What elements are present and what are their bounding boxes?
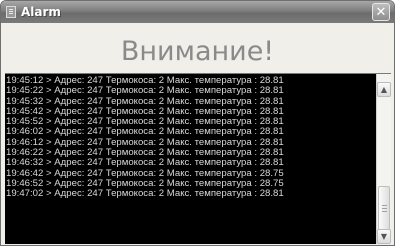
log-line: 19:46:02 > Адрес: 247 Термокоса: 2 Макс.…	[6, 127, 284, 138]
grip-line	[382, 211, 387, 212]
log-line: 19:45:22 > Адрес: 247 Термокоса: 2 Макс.…	[6, 86, 284, 97]
window-title: Alarm	[21, 5, 61, 19]
vertical-scrollbar[interactable]: ▲ ▼	[376, 74, 391, 244]
log-line: 19:45:12 > Адрес: 247 Термокоса: 2 Макс.…	[6, 76, 284, 86]
alarm-log[interactable]: 19:45:12 > Адрес: 247 Термокоса: 2 Макс.…	[5, 73, 391, 244]
chevron-up-icon: ▲	[380, 85, 388, 94]
scroll-up-button[interactable]: ▲	[377, 82, 391, 97]
log-line: 19:45:52 > Адрес: 247 Термокоса: 2 Макс.…	[6, 117, 284, 128]
close-button[interactable]: ✕	[372, 3, 390, 21]
log-line: 19:46:52 > Адрес: 247 Термокоса: 2 Макс.…	[6, 178, 284, 189]
log-line: 19:47:02 > Адрес: 247 Термокоса: 2 Макс.…	[6, 189, 284, 200]
alarm-window: Alarm ✕ Внимание! 19:45:12 > Адрес: 247 …	[0, 0, 395, 246]
grip-line	[382, 205, 387, 206]
scroll-thumb[interactable]	[378, 186, 390, 230]
title-bar[interactable]: Alarm ✕	[1, 1, 394, 23]
log-line: 19:46:22 > Адрес: 247 Термокоса: 2 Макс.…	[6, 148, 284, 159]
chevron-down-icon: ▼	[380, 232, 388, 241]
scroll-down-button[interactable]: ▼	[377, 229, 391, 244]
log-lines: 19:45:12 > Адрес: 247 Термокоса: 2 Макс.…	[6, 76, 376, 200]
log-line: 19:46:42 > Адрес: 247 Термокоса: 2 Макс.…	[6, 168, 284, 179]
close-icon: ✕	[375, 4, 387, 20]
alert-heading: Внимание!	[120, 35, 275, 67]
log-line: 19:45:32 > Адрес: 247 Термокоса: 2 Макс.…	[6, 96, 284, 107]
app-window-icon	[6, 6, 16, 18]
log-line: 19:45:42 > Адрес: 247 Термокоса: 2 Макс.…	[6, 106, 284, 117]
log-line: 19:46:32 > Адрес: 247 Термокоса: 2 Макс.…	[6, 158, 284, 169]
grip-line	[382, 208, 387, 209]
log-line: 19:46:12 > Адрес: 247 Термокоса: 2 Макс.…	[6, 137, 284, 148]
